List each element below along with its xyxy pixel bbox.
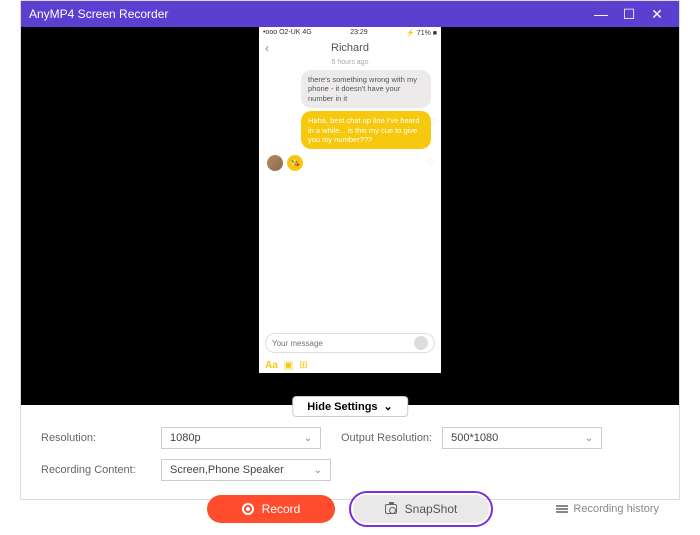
settings-panel: Resolution: 1080p ⌄ Output Resolution: 5… (21, 405, 679, 535)
chevron-down-icon: ⌄ (314, 465, 322, 476)
status-battery: ⚡ 71% ■ (406, 29, 437, 37)
chevron-down-icon: ⌄ (585, 433, 593, 444)
maximize-button[interactable]: ☐ (615, 6, 643, 23)
minimize-button[interactable]: — (587, 6, 615, 22)
recording-history-label: Recording history (573, 503, 659, 515)
avatar-row: 😘 ♡ (267, 155, 433, 171)
gif-icon: ⊞ (299, 360, 307, 371)
chevron-down-icon: ⌄ (304, 433, 312, 444)
message-input (272, 339, 410, 348)
phone-statusbar: •ooo O2-UK 4G 23:29 ⚡ 71% ■ (259, 27, 441, 39)
resolution-label: Resolution: (41, 432, 151, 444)
snapshot-label: SnapShot (405, 502, 458, 516)
emoji-icon: 😘 (287, 155, 303, 171)
titlebar: AnyMP4 Screen Recorder — ☐ ✕ (21, 1, 679, 27)
status-time: 23:29 (350, 29, 368, 37)
app-title: AnyMP4 Screen Recorder (29, 7, 587, 21)
text-format-icon: Aa (265, 360, 278, 371)
recording-content-select[interactable]: Screen,Phone Speaker ⌄ (161, 459, 331, 481)
action-row: Record SnapShot Recording history (41, 491, 659, 527)
record-icon (242, 503, 254, 515)
contact-name: Richard (331, 42, 369, 54)
camera-icon: ▣ (284, 360, 293, 371)
output-resolution-label: Output Resolution: (341, 432, 432, 444)
close-button[interactable]: ✕ (643, 6, 671, 23)
output-resolution-value: 500*1080 (451, 432, 498, 444)
chat-toolbar: Aa ▣ ⊞ (265, 360, 308, 371)
preview-area: •ooo O2-UK 4G 23:29 ⚡ 71% ■ ‹ Richard 5 … (21, 27, 679, 405)
hide-settings-label: Hide Settings (307, 401, 377, 413)
app-window: AnyMP4 Screen Recorder — ☐ ✕ •ooo O2-UK … (20, 0, 680, 500)
record-button[interactable]: Record (207, 495, 335, 523)
snapshot-button[interactable]: SnapShot (353, 495, 489, 523)
time-ago: 5 hours ago (259, 59, 441, 66)
recording-content-label: Recording Content: (41, 464, 151, 476)
back-icon: ‹ (265, 41, 269, 55)
recording-history-link[interactable]: Recording history (556, 503, 659, 515)
hide-settings-button[interactable]: Hide Settings ⌄ (292, 396, 408, 417)
heart-icon: ♡ (427, 157, 435, 168)
record-label: Record (262, 502, 301, 516)
message-input-bar (265, 333, 435, 353)
output-resolution-select[interactable]: 500*1080 ⌄ (442, 427, 602, 449)
send-icon (414, 336, 428, 350)
resolution-select[interactable]: 1080p ⌄ (161, 427, 321, 449)
heart-icon: ♡ (429, 117, 437, 128)
chat-header: ‹ Richard (259, 39, 441, 57)
resolution-value: 1080p (170, 432, 201, 444)
chevron-down-icon: ⌄ (384, 400, 393, 413)
settings-row-content: Recording Content: Screen,Phone Speaker … (41, 459, 659, 481)
recording-content-value: Screen,Phone Speaker (170, 464, 284, 476)
status-carrier: •ooo O2-UK 4G (263, 29, 312, 37)
message-outgoing: Haha, best chat up line I've heard in a … (301, 111, 431, 149)
snapshot-highlight: SnapShot (349, 491, 493, 527)
settings-row-resolution: Resolution: 1080p ⌄ Output Resolution: 5… (41, 427, 659, 449)
phone-preview: •ooo O2-UK 4G 23:29 ⚡ 71% ■ ‹ Richard 5 … (259, 27, 441, 373)
avatar (267, 155, 283, 171)
message-incoming: there's something wrong with my phone - … (301, 70, 431, 108)
